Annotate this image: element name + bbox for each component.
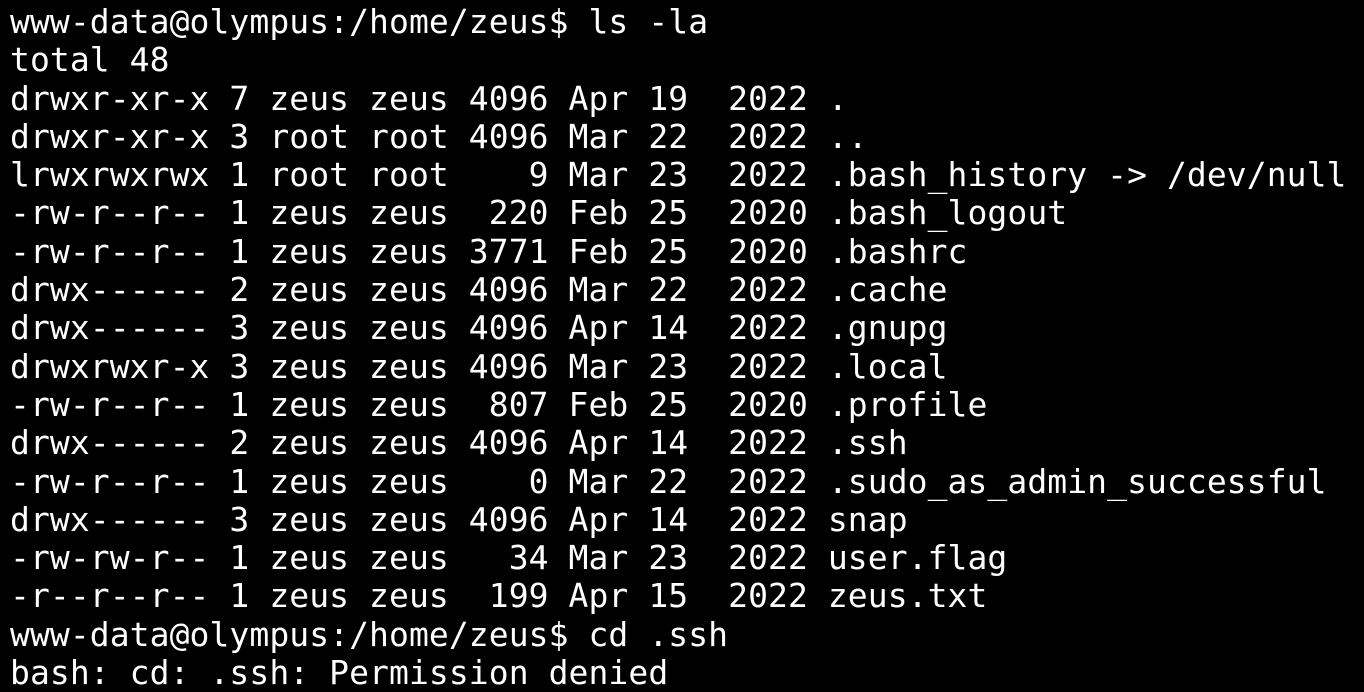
output-total: total 48 [10, 40, 170, 80]
listing-row: drwxrwxr-x 3 zeus zeus 4096 Mar 23 2022 … [10, 346, 948, 386]
listing-row: -rw-r--r-- 1 zeus zeus 3771 Feb 25 2020 … [10, 231, 968, 271]
listing-row: -rw-r--r-- 1 zeus zeus 0 Mar 22 2022 .su… [10, 461, 1327, 501]
error-output: bash: cd: .ssh: Permission denied [10, 653, 669, 692]
listing-row: lrwxrwxrwx 1 root root 9 Mar 23 2022 .ba… [10, 155, 1347, 195]
listing-row: drwxr-xr-x 7 zeus zeus 4096 Apr 19 2022 … [10, 78, 848, 118]
listing-row: drwxr-xr-x 3 root root 4096 Mar 22 2022 … [10, 116, 868, 156]
listing-row: drwx------ 3 zeus zeus 4096 Apr 14 2022 … [10, 308, 948, 348]
listing-row: drwx------ 2 zeus zeus 4096 Apr 14 2022 … [10, 423, 908, 463]
terminal-window[interactable]: www-data@olympus:/home/zeus$ ls -la tota… [0, 0, 1364, 692]
listing-row: drwx------ 2 zeus zeus 4096 Mar 22 2022 … [10, 270, 948, 310]
listing-row: drwx------ 3 zeus zeus 4096 Apr 14 2022 … [10, 499, 908, 539]
command-line-cd: www-data@olympus:/home/zeus$ cd .ssh [10, 614, 729, 654]
listing-row: -rw-rw-r-- 1 zeus zeus 34 Mar 23 2022 us… [10, 538, 1008, 578]
listing-row: -r--r--r-- 1 zeus zeus 199 Apr 15 2022 z… [10, 576, 988, 616]
command-line-ls: www-data@olympus:/home/zeus$ ls -la [10, 2, 709, 41]
listing-row: -rw-r--r-- 1 zeus zeus 807 Feb 25 2020 .… [10, 384, 988, 424]
listing-row: -rw-r--r-- 1 zeus zeus 220 Feb 25 2020 .… [10, 193, 1068, 233]
